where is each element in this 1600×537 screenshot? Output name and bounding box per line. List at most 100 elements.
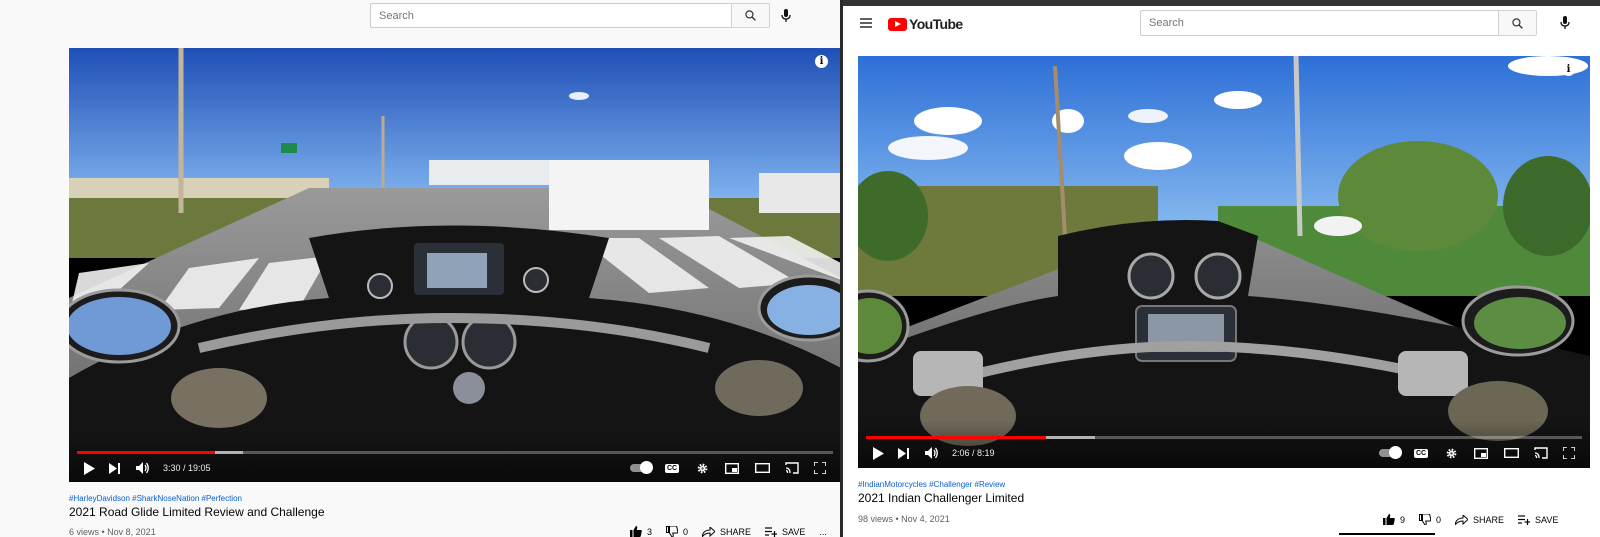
play-icon bbox=[873, 446, 884, 460]
fullscreen-button[interactable] bbox=[1556, 442, 1582, 464]
window-top-edge bbox=[843, 0, 1600, 6]
cast-button[interactable] bbox=[1526, 442, 1556, 464]
progress-bar[interactable] bbox=[866, 436, 1582, 439]
share-button[interactable]: SHARE bbox=[702, 526, 752, 537]
play-icon bbox=[84, 461, 95, 475]
fullscreen-icon bbox=[1563, 447, 1575, 459]
thumbs-up-icon bbox=[630, 526, 642, 537]
cast-icon bbox=[785, 462, 799, 474]
search-bar: Search bbox=[1140, 10, 1537, 36]
settings-button[interactable] bbox=[687, 457, 717, 479]
youtube-logo[interactable]: YouTube bbox=[888, 16, 963, 32]
add-to-playlist-icon bbox=[765, 526, 778, 537]
progress-played bbox=[866, 436, 1047, 439]
progress-played bbox=[77, 451, 216, 454]
player-controls: 3:30 / 19:05 CC bbox=[69, 457, 840, 479]
search-button[interactable] bbox=[731, 3, 770, 28]
time-display: 2:06 / 8:19 bbox=[952, 448, 995, 458]
save-button[interactable]: SAVE bbox=[765, 527, 805, 537]
progress-bar[interactable] bbox=[77, 451, 833, 454]
play-button[interactable] bbox=[866, 442, 890, 464]
search-button[interactable] bbox=[1498, 10, 1537, 36]
cast-button[interactable] bbox=[777, 457, 807, 479]
settings-button[interactable] bbox=[1436, 442, 1466, 464]
add-to-playlist-icon bbox=[1518, 514, 1531, 525]
volume-button[interactable] bbox=[918, 442, 946, 464]
autoplay-toggle[interactable] bbox=[623, 457, 657, 479]
search-input[interactable]: Search bbox=[1140, 10, 1498, 36]
miniplayer-button[interactable] bbox=[717, 457, 747, 479]
player-controls: 2:06 / 8:19 CC bbox=[858, 442, 1590, 464]
theater-button[interactable] bbox=[747, 457, 777, 479]
next-button[interactable] bbox=[890, 442, 918, 464]
search-bar: Search bbox=[370, 3, 770, 28]
mic-icon bbox=[1560, 16, 1570, 29]
captions-button[interactable]: CC bbox=[1406, 442, 1436, 464]
video-player[interactable]: i 2:06 / 8:19 CC bbox=[858, 56, 1590, 468]
next-button[interactable] bbox=[101, 457, 129, 479]
left-browser-window: Search i 3:30 / 19:05 CC #HarleyDavidson… bbox=[0, 0, 840, 537]
right-browser-window: YouTube Search i 2:06 / 8:19 CC #IndianM… bbox=[843, 0, 1600, 537]
like-button[interactable]: 9 bbox=[1383, 514, 1405, 525]
search-placeholder: Search bbox=[1149, 17, 1184, 29]
video-player[interactable]: i 3:30 / 19:05 CC bbox=[69, 48, 840, 482]
search-icon bbox=[745, 10, 756, 21]
youtube-play-icon bbox=[888, 17, 907, 31]
captions-icon: CC bbox=[664, 463, 680, 473]
video-actions: 3 0 SHARE SAVE ... bbox=[630, 526, 840, 537]
thumbs-down-icon bbox=[1419, 514, 1432, 525]
search-placeholder: Search bbox=[379, 9, 414, 22]
video-hashtags[interactable]: #IndianMotorcycles #Challenger #Review bbox=[858, 480, 1005, 489]
captions-button[interactable]: CC bbox=[657, 457, 687, 479]
volume-button[interactable] bbox=[129, 457, 157, 479]
youtube-logo-text: YouTube bbox=[909, 16, 963, 32]
gear-icon bbox=[1446, 448, 1456, 458]
like-button[interactable]: 3 bbox=[630, 526, 652, 537]
share-label: SHARE bbox=[720, 526, 752, 537]
gear-icon bbox=[697, 463, 707, 473]
video-frame bbox=[858, 56, 1590, 468]
captions-icon: CC bbox=[1413, 448, 1429, 458]
search-input[interactable]: Search bbox=[370, 3, 731, 28]
fullscreen-icon bbox=[814, 462, 826, 474]
fullscreen-button[interactable] bbox=[807, 457, 833, 479]
share-label: SHARE bbox=[1473, 514, 1505, 525]
share-button[interactable]: SHARE bbox=[1455, 514, 1505, 525]
thumbs-up-icon bbox=[1383, 514, 1395, 525]
info-icon[interactable]: i bbox=[1562, 63, 1575, 76]
volume-icon bbox=[925, 447, 938, 459]
share-icon bbox=[702, 526, 716, 537]
like-count: 9 bbox=[1400, 514, 1406, 525]
dislike-count: 0 bbox=[1436, 514, 1442, 525]
next-icon bbox=[109, 462, 120, 474]
info-icon[interactable]: i bbox=[815, 55, 828, 68]
autoplay-toggle[interactable] bbox=[1372, 442, 1406, 464]
video-frame bbox=[69, 48, 840, 482]
time-display: 3:30 / 19:05 bbox=[163, 463, 211, 473]
miniplayer-button[interactable] bbox=[1466, 442, 1496, 464]
video-title: 2021 Indian Challenger Limited bbox=[858, 491, 1025, 505]
theater-button[interactable] bbox=[1496, 442, 1526, 464]
volume-icon bbox=[136, 462, 149, 474]
voice-search-button[interactable] bbox=[1555, 13, 1575, 33]
next-icon bbox=[898, 447, 909, 459]
share-icon bbox=[1455, 514, 1469, 525]
autoplay-switch bbox=[630, 461, 653, 474]
play-button[interactable] bbox=[77, 457, 101, 479]
progress-buffered bbox=[1046, 436, 1096, 439]
video-hashtags[interactable]: #HarleyDavidson #SharkNoseNation #Perfec… bbox=[69, 494, 242, 503]
dislike-button[interactable]: 0 bbox=[666, 526, 688, 537]
cast-icon bbox=[1534, 447, 1548, 459]
video-title: 2021 Road Glide Limited Review and Chall… bbox=[69, 505, 325, 519]
dislike-button[interactable]: 0 bbox=[1419, 514, 1441, 525]
more-actions-button[interactable]: ... bbox=[819, 527, 827, 537]
save-button[interactable]: SAVE bbox=[1518, 515, 1558, 525]
voice-search-button[interactable] bbox=[776, 6, 796, 26]
hamburger-menu-icon[interactable] bbox=[860, 18, 872, 28]
dislike-count: 0 bbox=[683, 526, 689, 537]
like-count: 3 bbox=[647, 526, 653, 537]
miniplayer-icon bbox=[725, 462, 739, 474]
autoplay-switch bbox=[1379, 446, 1402, 459]
save-label: SAVE bbox=[1535, 514, 1559, 525]
search-icon bbox=[1512, 17, 1523, 29]
